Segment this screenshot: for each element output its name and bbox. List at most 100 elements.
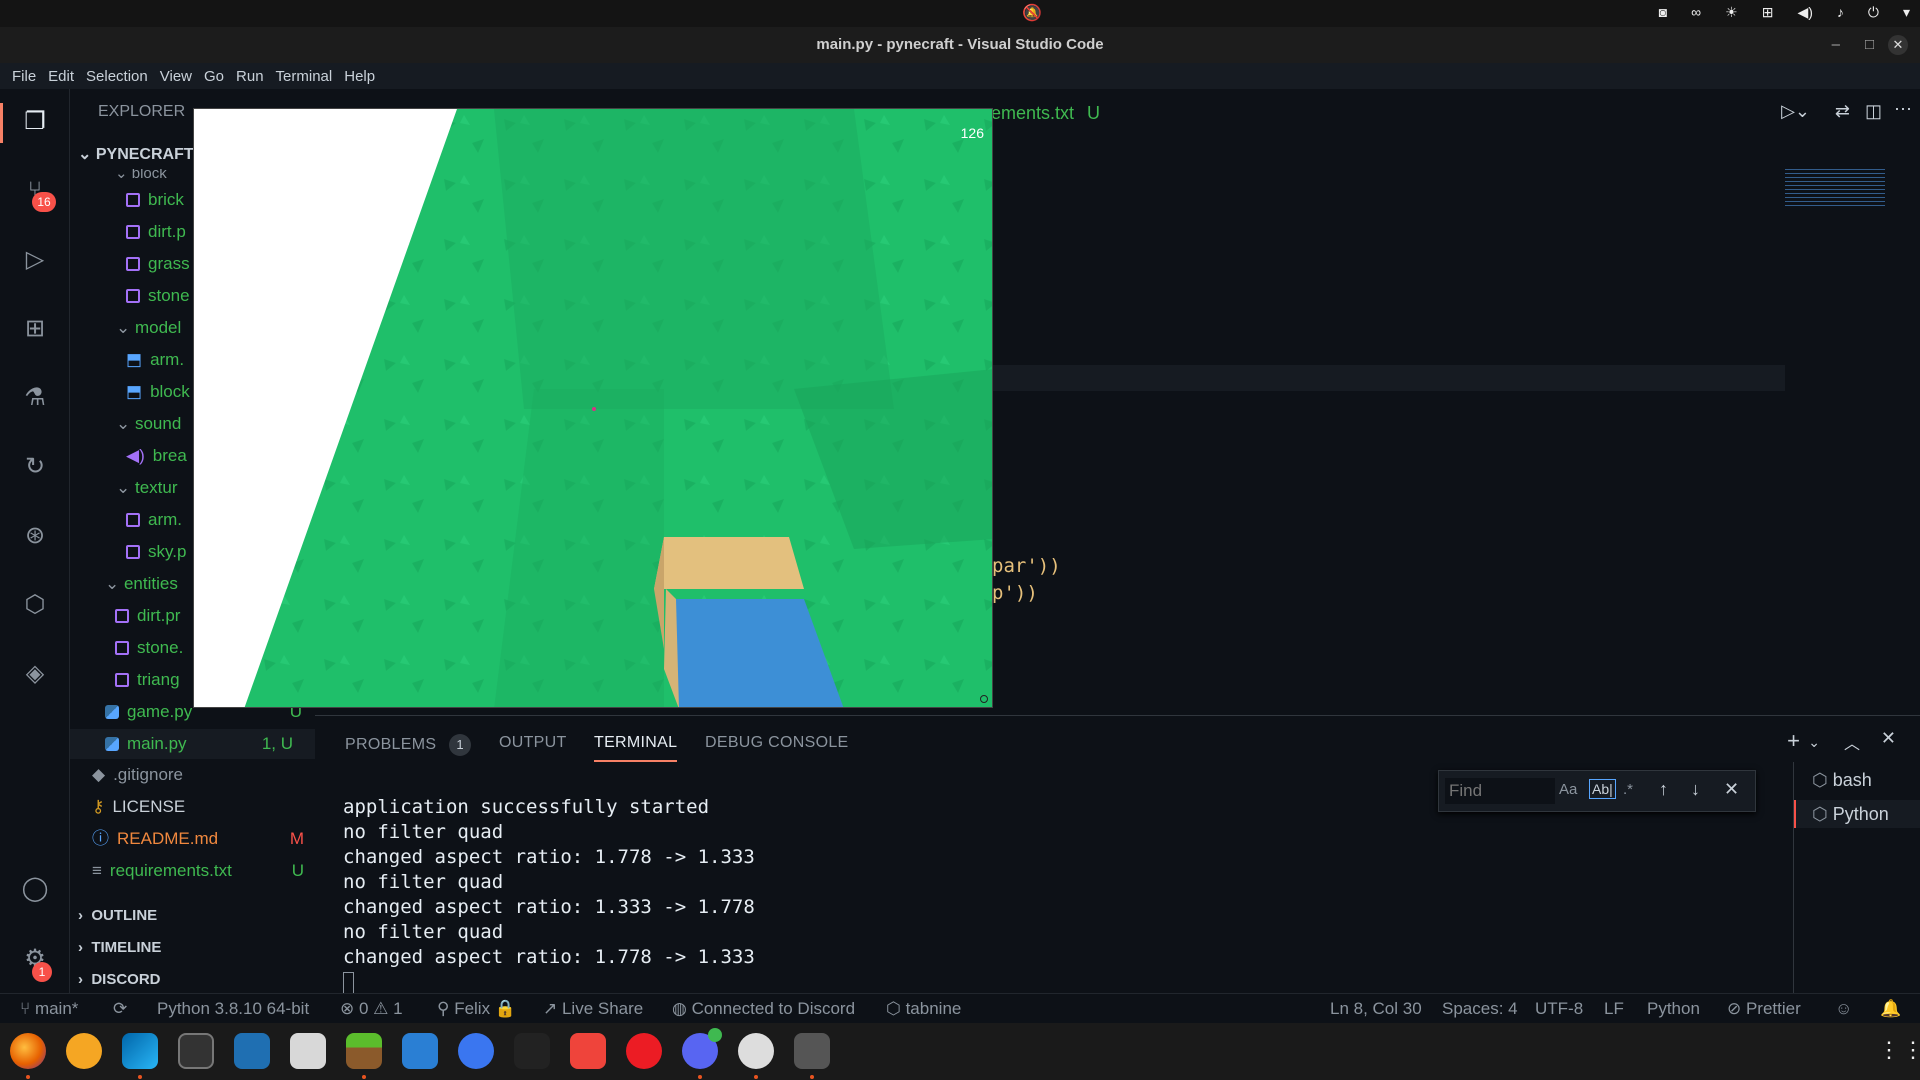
chevron-down-icon[interactable]: ⌄ <box>1808 734 1820 751</box>
menu-file[interactable]: File <box>6 68 42 85</box>
ubuntu-dash-icon[interactable] <box>66 1033 102 1069</box>
tree-item-dirt[interactable]: dirt.p <box>126 217 186 247</box>
previous-match-icon[interactable]: ↑ <box>1659 779 1668 800</box>
encoding[interactable]: UTF-8 <box>1535 994 1583 1024</box>
software-updater-icon[interactable] <box>738 1033 774 1069</box>
game-window[interactable]: 126 <box>193 108 993 708</box>
vscode-icon[interactable] <box>122 1033 158 1069</box>
chevron-down-icon[interactable]: ▾ <box>1903 4 1910 21</box>
tree-item-requirements[interactable]: ≡ requirements.txt U <box>92 856 312 886</box>
tree-item-models[interactable]: ⌄ model <box>116 313 181 343</box>
cursor-position[interactable]: Ln 8, Col 30 <box>1330 994 1422 1024</box>
line-ending[interactable]: LF <box>1604 994 1624 1024</box>
terminal-item-python[interactable]: ⬡ Python <box>1794 800 1920 828</box>
tree-item-gitignore[interactable]: ◆ .gitignore <box>92 760 183 790</box>
tree-item-readme[interactable]: ⓘ README.md M <box>92 824 312 854</box>
tab-output[interactable]: OUTPUT <box>499 734 567 752</box>
run-debug-icon[interactable]: ▷ <box>17 242 53 278</box>
maximize-panel-icon[interactable]: ︿ <box>1844 730 1860 754</box>
tree-item-textures[interactable]: ⌄ textur <box>116 473 178 503</box>
tree-item-entities[interactable]: ⌄ entities <box>105 569 178 599</box>
branch-indicator[interactable]: ⑂ main* <box>20 994 78 1024</box>
tree-item-arm-model[interactable]: ⬒ arm. <box>126 345 184 375</box>
new-terminal-icon[interactable]: + <box>1787 728 1800 754</box>
layers-icon[interactable]: ◈ <box>17 656 53 692</box>
menu-help[interactable]: Help <box>338 68 381 85</box>
testing-icon[interactable]: ⚗ <box>17 380 53 416</box>
menu-run[interactable]: Run <box>230 68 270 85</box>
regex-toggle[interactable]: .* <box>1623 781 1633 798</box>
remote-explorer-icon[interactable]: ↻ <box>17 449 53 485</box>
python-interpreter[interactable]: Python 3.8.10 64-bit <box>157 994 309 1024</box>
section-outline[interactable]: › OUTLINE <box>78 901 157 931</box>
sync-icon[interactable]: ⟳ <box>113 994 127 1024</box>
run-python-icon[interactable]: ▷⌄ <box>1781 101 1810 122</box>
game-viewport[interactable] <box>194 109 993 708</box>
books-icon[interactable] <box>234 1033 270 1069</box>
user-status[interactable]: ⚲ Felix 🔒 <box>437 994 516 1024</box>
maximize-icon[interactable]: □ <box>1865 27 1874 63</box>
discord-tray-icon[interactable]: ◙ <box>1659 4 1667 21</box>
gitlens-icon[interactable]: ⬡ <box>17 587 53 623</box>
minimize-icon[interactable]: – <box>1832 27 1840 63</box>
infinity-tray-icon[interactable]: ∞ <box>1691 4 1701 21</box>
live-share-status[interactable]: ↗ Live Share <box>543 994 643 1024</box>
tab-terminal[interactable]: TERMINAL <box>594 734 678 762</box>
menu-edit[interactable]: Edit <box>42 68 80 85</box>
git-graph-icon[interactable]: ⊛ <box>17 518 53 554</box>
terminal-output[interactable]: application successfully started no filt… <box>343 795 1343 994</box>
compare-changes-icon[interactable]: ⇄ <box>1835 101 1850 122</box>
language-mode[interactable]: Python <box>1647 994 1700 1024</box>
signal-icon[interactable] <box>458 1033 494 1069</box>
close-panel-icon[interactable]: ✕ <box>1881 728 1896 749</box>
files-icon[interactable] <box>290 1033 326 1069</box>
tree-item-triangle[interactable]: triang <box>115 665 180 695</box>
match-case-toggle[interactable]: Aa <box>1559 781 1577 798</box>
microphone-icon[interactable]: ♪ <box>1837 4 1844 21</box>
tree-item-sky[interactable]: sky.p <box>126 537 186 567</box>
tab-problems[interactable]: PROBLEMS 1 <box>345 734 472 756</box>
discord-status[interactable]: ◍ Connected to Discord <box>672 994 855 1024</box>
match-whole-word-toggle[interactable]: Ab| <box>1589 779 1616 799</box>
tree-item-brick[interactable]: brick <box>126 185 184 215</box>
notifications-bell-icon[interactable]: 🔔 <box>1880 994 1901 1024</box>
more-actions-icon[interactable]: ⋯ <box>1894 99 1912 120</box>
anydesk-icon[interactable] <box>570 1033 606 1069</box>
volume-icon[interactable]: ◀) <box>1797 4 1812 21</box>
menu-terminal[interactable]: Terminal <box>270 68 339 85</box>
split-editor-icon[interactable]: ◫ <box>1865 101 1882 122</box>
indentation[interactable]: Spaces: 4 <box>1442 994 1518 1024</box>
find-input[interactable] <box>1445 778 1555 804</box>
section-timeline[interactable]: › TIMELINE <box>78 933 161 963</box>
app-grid-icon[interactable]: ⋮⋮⋮ <box>1878 1037 1920 1063</box>
terminal-icon[interactable] <box>178 1033 214 1069</box>
tree-item-main-py[interactable]: main.py 1, U <box>70 729 315 759</box>
problems-status[interactable]: ⊗ 0 ⚠ 1 <box>340 994 403 1024</box>
network-icon[interactable]: ⊞ <box>1762 4 1774 21</box>
brightness-icon[interactable]: ☀ <box>1725 4 1738 21</box>
minimap[interactable] <box>1785 169 1885 209</box>
minecraft-icon[interactable] <box>346 1033 382 1069</box>
tab-debug-console[interactable]: DEBUG CONSOLE <box>705 734 849 752</box>
next-match-icon[interactable]: ↓ <box>1691 779 1700 800</box>
explorer-icon[interactable]: ❐ <box>17 104 53 140</box>
menu-selection[interactable]: Selection <box>80 68 154 85</box>
tree-item-block-model[interactable]: ⬒ block <box>126 377 190 407</box>
project-root[interactable]: ⌄ PYNECRAFT <box>78 144 194 164</box>
tree-item-grass[interactable]: grass <box>126 249 190 279</box>
monitor-icon[interactable] <box>402 1033 438 1069</box>
prettier-status[interactable]: ⊘ Prettier <box>1727 994 1801 1024</box>
authy-icon[interactable] <box>626 1033 662 1069</box>
tree-item-license[interactable]: ⚷ LICENSE <box>92 792 185 822</box>
tree-item-dirt-entity[interactable]: dirt.pr <box>115 601 180 631</box>
bell-off-icon[interactable]: 🔕 <box>1022 3 1042 23</box>
tabnine-status[interactable]: ⬡ tabnine <box>886 994 961 1024</box>
tree-item-sounds[interactable]: ⌄ sound <box>116 409 181 439</box>
tree-item-break-sound[interactable]: ◀) brea <box>126 441 187 471</box>
tree-item-stone[interactable]: stone <box>126 281 190 311</box>
tree-item-stone-entity[interactable]: stone. <box>115 633 183 663</box>
feedback-icon[interactable]: ☺ <box>1835 994 1852 1024</box>
firefox-icon[interactable] <box>10 1033 46 1069</box>
menu-go[interactable]: Go <box>198 68 230 85</box>
terminal-item-bash[interactable]: ⬡ bash <box>1812 770 1872 791</box>
